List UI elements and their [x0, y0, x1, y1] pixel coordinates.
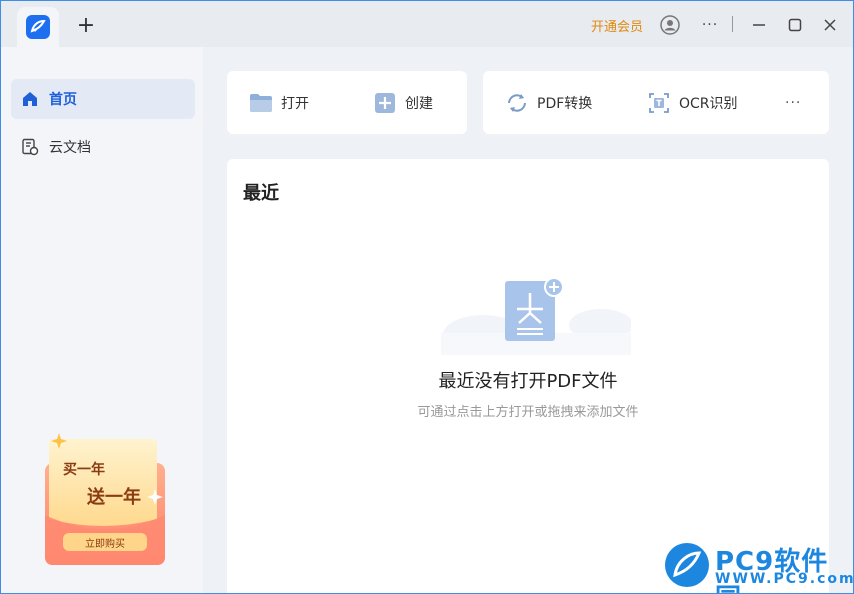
buy-now-button[interactable]: 立即购买	[63, 535, 147, 550]
watermark-url: WWW.PC9.com	[715, 571, 854, 587]
ocr-button[interactable]: OCR识别	[647, 91, 738, 115]
recent-files-panel: 最近 最近没有打开PDF文件 可通过点击上方打开或拖拽来添加文件	[227, 159, 829, 593]
sidebar: 首页 云文档 买一年 送一年 立即购买	[1, 47, 203, 593]
main-area: 打开 创建 PDF转换 OCR识别 ··· 最近 最近没有打开PDF文件 可通过…	[203, 47, 853, 593]
maximize-icon[interactable]	[783, 13, 807, 37]
create-button[interactable]: 创建	[373, 91, 433, 115]
convert-arrows-icon	[505, 91, 529, 115]
empty-state-title: 最近没有打开PDF文件	[438, 371, 618, 392]
sidebar-item-label: 云文档	[49, 140, 91, 156]
watermark-logo-icon	[665, 543, 709, 587]
vip-membership-link[interactable]: 开通会员	[591, 16, 643, 35]
more-tools-button[interactable]: ···	[785, 91, 801, 115]
empty-pdf-illustration	[441, 275, 633, 355]
tools-card: PDF转换 OCR识别 ···	[483, 71, 829, 134]
more-menu-button[interactable]: ···	[698, 13, 722, 37]
app-logo-icon	[26, 15, 50, 39]
sidebar-item-cloud-docs[interactable]: 云文档	[11, 127, 195, 167]
ocr-label: OCR识别	[679, 96, 738, 112]
folder-open-icon	[249, 91, 273, 115]
open-label: 打开	[281, 96, 309, 112]
minimize-icon[interactable]	[747, 13, 771, 37]
empty-state-hint: 可通过点击上方打开或拖拽来添加文件	[417, 405, 639, 420]
close-icon[interactable]	[818, 13, 842, 37]
section-title: 最近	[243, 183, 279, 204]
home-tab[interactable]	[17, 7, 59, 47]
pdf-convert-button[interactable]: PDF转换	[505, 91, 592, 115]
app-window: + 开通会员 ··· 首页 云文档 买一年 送一年 立即购买 打开 创建 PDF…	[0, 0, 854, 594]
promo-line2: 送一年	[87, 487, 141, 508]
file-actions-card: 打开 创建	[227, 71, 467, 134]
sidebar-item-home[interactable]: 首页	[11, 79, 195, 119]
create-label: 创建	[405, 96, 433, 112]
ocr-scan-icon	[647, 91, 671, 115]
sidebar-item-label: 首页	[49, 92, 77, 108]
home-icon	[21, 90, 39, 108]
divider	[732, 16, 733, 32]
open-button[interactable]: 打开	[249, 91, 309, 115]
promo-line1: 买一年	[63, 462, 105, 478]
new-tab-button[interactable]: +	[75, 15, 97, 37]
promo-card[interactable]: 买一年 送一年 立即购买	[41, 433, 171, 573]
user-avatar-icon[interactable]	[658, 13, 682, 37]
pdf-convert-label: PDF转换	[537, 96, 593, 112]
cloud-document-icon	[21, 138, 39, 156]
plus-square-icon	[373, 91, 397, 115]
title-bar: + 开通会员 ···	[1, 1, 853, 47]
watermark: PC9软件园 WWW.PC9.com	[661, 541, 854, 593]
